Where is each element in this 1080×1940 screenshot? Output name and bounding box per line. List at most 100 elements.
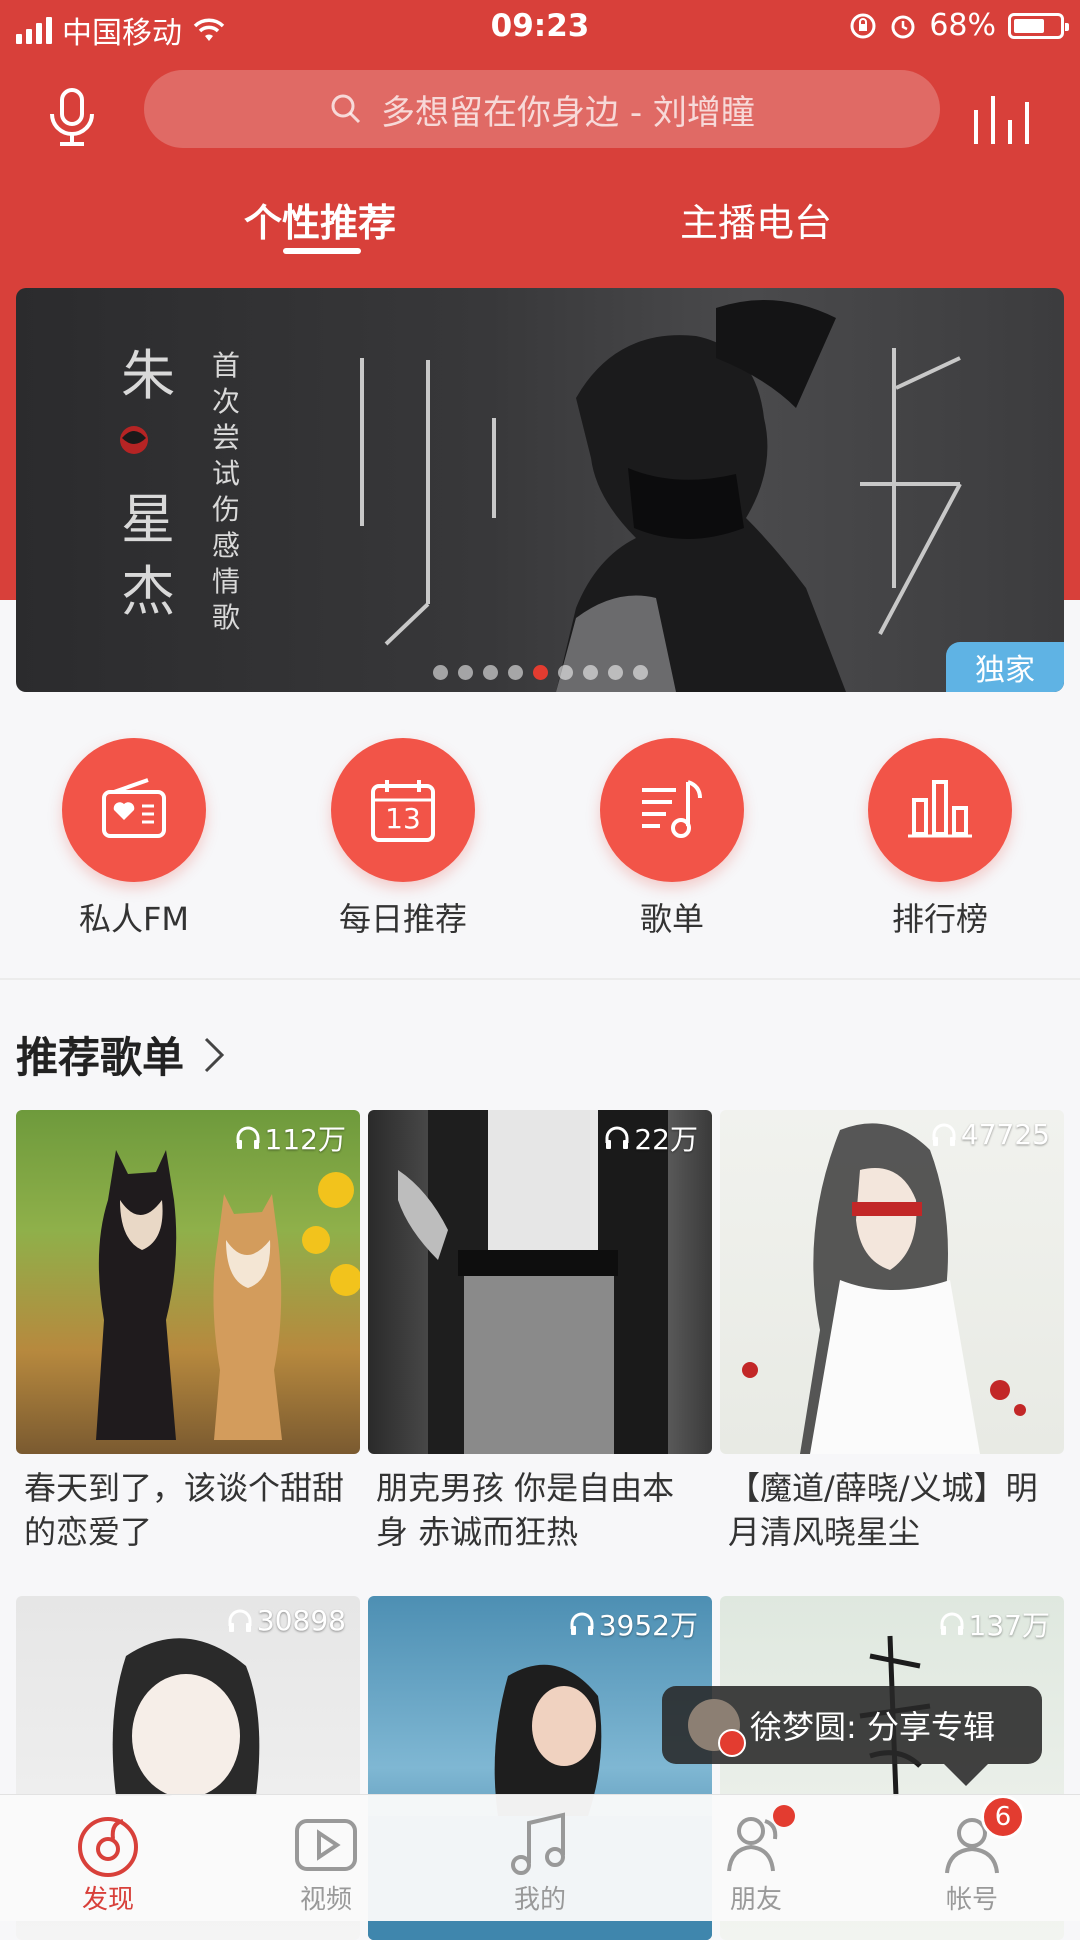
play-count: 22万 — [604, 1118, 698, 1158]
exclusive-badge: 独家 — [946, 642, 1064, 692]
banner-singer-name: 朱 星 杰 — [108, 340, 188, 628]
chevron-right-icon — [204, 1037, 225, 1072]
carousel-dot[interactable] — [482, 665, 498, 680]
banner-carousel[interactable]: 朱 星 杰 首次尝试伤感情歌 独家 — [16, 288, 1064, 692]
play-count: 112万 — [235, 1118, 346, 1158]
carousel-dot[interactable] — [532, 665, 548, 680]
playlist-cover: 112万 — [16, 1110, 360, 1454]
share-toast[interactable]: 徐梦圆: 分享专辑 — [662, 1686, 1042, 1786]
notification-count-badge: 6 — [981, 1795, 1025, 1839]
quick-label: 每日推荐 — [338, 900, 467, 938]
playlist-title: 春天到了，该谈个甜甜的恋爱了 — [24, 1469, 345, 1551]
recommend-section-header[interactable]: 推荐歌单 — [16, 1024, 228, 1085]
radio-icon — [102, 778, 166, 838]
now-playing-icon[interactable] — [974, 90, 1036, 144]
illustration-artwork — [742, 1123, 1026, 1454]
playlist-card[interactable]: 112万 春天到了，该谈个甜甜的恋爱了 — [16, 1110, 360, 1554]
playlist-title: 【魔道/薛晓/义城】明月清风晓星尘 — [728, 1469, 1038, 1551]
tab-personal-recommend[interactable]: 个性推荐 — [244, 192, 396, 247]
carousel-dot[interactable] — [632, 665, 648, 680]
playlist-cover: 47725 — [720, 1110, 1064, 1454]
play-count-text: 112万 — [264, 1123, 346, 1156]
charts-button[interactable]: 排行榜 — [840, 738, 1040, 940]
carousel-dot[interactable] — [607, 665, 623, 680]
nav-mine[interactable]: 我的 — [460, 1809, 620, 1916]
carousel-dot[interactable] — [557, 665, 573, 680]
play-count-text: 137万 — [968, 1609, 1050, 1642]
playlist-card[interactable]: 47725 【魔道/薛晓/义城】明月清风晓星尘 — [720, 1110, 1064, 1554]
active-tab-indicator — [283, 248, 361, 254]
toast-text: 徐梦圆: 分享专辑 — [750, 1708, 995, 1746]
nav-friends[interactable]: 朋友 — [676, 1805, 836, 1916]
play-count-text: 30898 — [256, 1604, 346, 1637]
chart-icon — [908, 780, 972, 838]
singer-char: 朱 — [121, 344, 175, 407]
headphones-icon — [570, 1612, 594, 1635]
avatar — [688, 1699, 746, 1757]
boy-artwork — [398, 1110, 668, 1454]
status-bar: 中国移动 09:23 68% — [0, 0, 1080, 56]
singer-char: 星 — [121, 488, 175, 551]
search-bar[interactable]: 多想留在你身边 - 刘增瞳 — [144, 70, 940, 148]
headphones-icon — [228, 1609, 252, 1632]
tab-anchor-radio[interactable]: 主播电台 — [680, 192, 832, 247]
headphones-icon — [236, 1126, 260, 1149]
rotation-lock-icon — [850, 13, 876, 38]
playlist-button[interactable]: 歌单 — [572, 738, 772, 940]
quick-label: 私人FM — [78, 900, 190, 938]
play-count: 47725 — [931, 1118, 1050, 1151]
play-count: 30898 — [227, 1604, 346, 1637]
nav-label: 我的 — [513, 1885, 566, 1915]
netease-logo-icon — [78, 1817, 138, 1877]
playlist-cover: 22万 — [368, 1110, 712, 1454]
play-circle-icon — [295, 1819, 357, 1871]
daily-recommend-button[interactable]: 13 每日推荐 — [303, 738, 503, 940]
music-badge-icon — [718, 1729, 746, 1757]
carousel-dot[interactable] — [457, 665, 473, 680]
search-icon — [331, 94, 361, 124]
section-divider — [0, 978, 1080, 980]
play-count: 3952万 — [569, 1604, 698, 1644]
calendar-day: 13 — [385, 802, 421, 835]
singer-char: 杰 — [121, 560, 175, 623]
headphones-icon — [932, 1123, 956, 1146]
carousel-dot[interactable] — [582, 665, 598, 680]
music-note-icon — [511, 1812, 565, 1875]
section-title: 推荐歌单 — [16, 1033, 185, 1082]
nav-account[interactable]: 6 帐号 — [892, 1795, 1052, 1916]
alarm-icon — [891, 15, 915, 38]
play-count-text: 22万 — [634, 1123, 698, 1156]
nav-discover[interactable]: 发现 — [28, 1809, 188, 1916]
playlist-title: 朋克男孩 你是自由本身 赤诚而狂热 — [376, 1469, 675, 1551]
play-count: 137万 — [939, 1604, 1050, 1644]
carousel-dot[interactable] — [507, 665, 523, 680]
dogs-artwork — [96, 1150, 360, 1440]
notification-dot — [773, 1805, 795, 1827]
quick-label: 歌单 — [639, 900, 704, 938]
headphones-icon — [605, 1126, 629, 1149]
private-fm-button[interactable]: 私人FM — [34, 738, 234, 940]
headphones-icon — [940, 1612, 964, 1635]
top-tabs: 个性推荐 主播电台 — [0, 182, 1080, 262]
play-count-text: 3952万 — [598, 1609, 698, 1642]
singer-emblem-space — [108, 412, 188, 484]
battery-percent: 68% — [929, 8, 996, 43]
bottom-nav: 发现 视频 我的 朋友 6 帐号 — [0, 1794, 1080, 1921]
play-count-text: 47725 — [960, 1118, 1050, 1151]
playlist-icon — [642, 780, 702, 838]
nav-label: 发现 — [81, 1885, 134, 1915]
nav-label: 朋友 — [729, 1885, 782, 1915]
top-bar: 多想留在你身边 - 刘增瞳 — [0, 64, 1080, 164]
nav-label: 帐号 — [945, 1885, 998, 1915]
banner-tagline: 首次尝试伤感情歌 — [211, 349, 240, 634]
battery-icon — [1008, 12, 1069, 39]
nav-video[interactable]: 视频 — [246, 1809, 406, 1916]
search-placeholder: 多想留在你身边 - 刘增瞳 — [381, 92, 755, 133]
playlist-card[interactable]: 22万 朋克男孩 你是自由本身 赤诚而狂热 — [368, 1110, 712, 1554]
carousel-dots — [16, 665, 1064, 680]
quick-label: 排行榜 — [891, 900, 988, 938]
microphone-icon[interactable] — [44, 86, 100, 150]
carousel-dot[interactable] — [432, 665, 448, 680]
nav-label: 视频 — [299, 1885, 352, 1915]
quick-actions: 私人FM 13 每日推荐 歌单 排行榜 — [0, 730, 1080, 970]
